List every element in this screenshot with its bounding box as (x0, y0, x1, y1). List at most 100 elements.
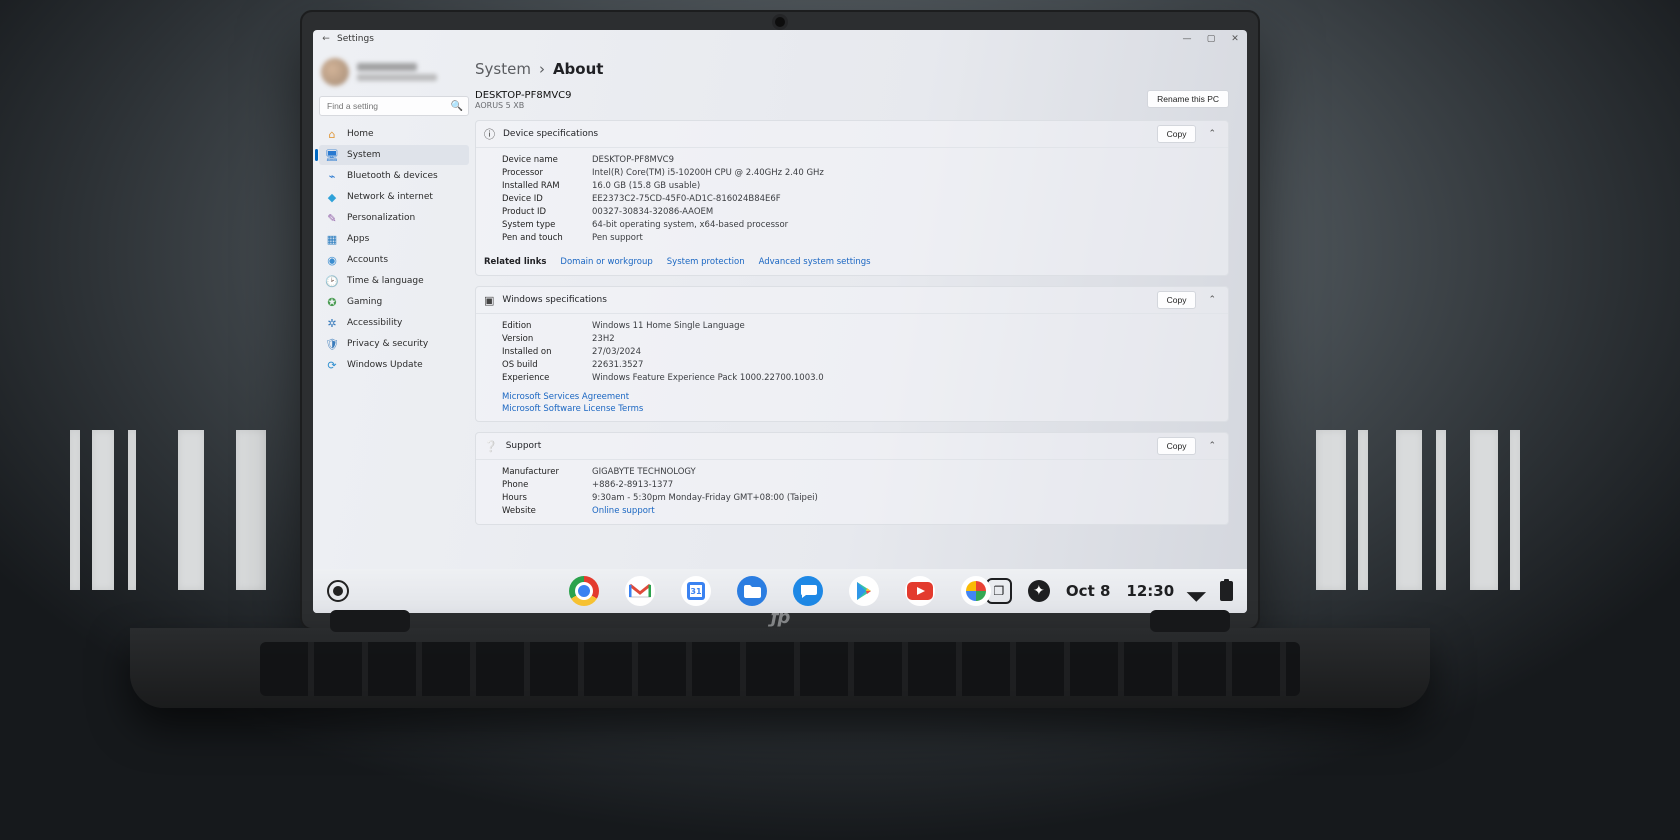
sidebar-item-privacy[interactable]: 🛡Privacy & security (319, 334, 469, 354)
sidebar-item-update[interactable]: ⟳Windows Update (319, 355, 469, 375)
link-msa[interactable]: Microsoft Services Agreement (502, 392, 629, 402)
system-icon: 🖥 (325, 149, 339, 162)
spec-row: EditionWindows 11 Home Single Language (502, 320, 1228, 333)
sidebar-item-label: Time & language (347, 276, 424, 286)
spec-row: Phone+886-2-8913-1377 (502, 479, 1228, 492)
chevron-up-icon[interactable]: ⌃ (1204, 441, 1220, 451)
minimize-button[interactable]: — (1181, 34, 1193, 44)
calendar-icon[interactable]: 31 (681, 576, 711, 606)
spec-value: Windows 11 Home Single Language (592, 320, 745, 333)
spec-row: ProcessorIntel(R) Core(TM) i5-10200H CPU… (502, 167, 1228, 180)
close-button[interactable]: ✕ (1229, 34, 1241, 44)
svg-text:31: 31 (690, 587, 702, 596)
gmail-icon[interactable] (625, 576, 655, 606)
search-input[interactable]: 🔍 (319, 96, 469, 116)
account-labels (357, 63, 437, 81)
spec-value: Pen support (592, 232, 643, 245)
rename-pc-button[interactable]: Rename this PC (1147, 90, 1229, 108)
youtube-icon[interactable] (905, 576, 935, 606)
account-header[interactable] (321, 58, 467, 86)
link-system-protection[interactable]: System protection (667, 257, 745, 267)
back-button[interactable]: ← (319, 34, 333, 44)
screen-bezel: ƒp ← Settings — ▢ ✕ (300, 10, 1260, 630)
spec-rows: EditionWindows 11 Home Single LanguageVe… (476, 313, 1228, 391)
spec-key: Manufacturer (502, 466, 592, 479)
spec-row: Device IDEE2373C2-75CD-45F0-AD1C-816024B… (502, 193, 1228, 206)
shield-icon: 🛡 (325, 338, 339, 351)
app-title: Settings (337, 34, 374, 44)
chevron-up-icon[interactable]: ⌃ (1204, 129, 1220, 139)
photos-icon[interactable] (961, 576, 991, 606)
clock-icon: 🕑 (325, 275, 339, 288)
maximize-button[interactable]: ▢ (1205, 34, 1217, 44)
decoration (70, 430, 80, 590)
sidebar-item-label: Windows Update (347, 360, 423, 370)
card-title: Device specifications (503, 129, 598, 139)
status-tray[interactable]: ❐ ✦ Oct 8 12:30 ◢ (986, 578, 1233, 604)
link-domain[interactable]: Domain or workgroup (560, 257, 652, 267)
sidebar-item-bluetooth[interactable]: ⌁ Bluetooth & devices (319, 166, 469, 186)
home-icon: ⌂ (325, 128, 339, 141)
files-icon[interactable] (737, 576, 767, 606)
shelf-date: Oct 8 (1066, 582, 1110, 600)
sidebar-item-label: System (347, 150, 381, 160)
link-online-support[interactable]: Online support (592, 505, 655, 518)
spec-value: 27/03/2024 (592, 346, 641, 359)
sidebar-item-accessibility[interactable]: ✲Accessibility (319, 313, 469, 333)
shelf-apps: 31 (569, 576, 991, 606)
sidebar-item-apps[interactable]: ▦Apps (319, 229, 469, 249)
copy-button[interactable]: Copy (1157, 437, 1197, 455)
launcher-button[interactable] (327, 580, 349, 602)
link-advanced-settings[interactable]: Advanced system settings (759, 257, 871, 267)
spec-row: Installed on27/03/2024 (502, 346, 1228, 359)
chevron-right-icon: › (539, 60, 545, 78)
breadcrumb-parent[interactable]: System (475, 60, 531, 78)
titlebar: ← Settings — ▢ ✕ (313, 30, 1247, 48)
messages-icon[interactable] (793, 576, 823, 606)
settings-window: ← Settings — ▢ ✕ (313, 30, 1247, 569)
card-device-specs: ⓘ Device specifications Copy ⌃ Device na… (475, 120, 1229, 276)
wifi-icon: ◆ (325, 191, 339, 204)
sidebar-item-time[interactable]: 🕑 Time & language (319, 271, 469, 291)
sidebar-item-network[interactable]: ◆Network & internet (319, 187, 469, 207)
sidebar-item-label: Apps (347, 234, 369, 244)
bluetooth-icon: ⌁ (325, 170, 339, 183)
spec-value: Windows Feature Experience Pack 1000.227… (592, 372, 824, 385)
info-icon: ⓘ (484, 126, 495, 142)
sidebar-item-gaming[interactable]: ✪ Gaming (319, 292, 469, 312)
spec-value: DESKTOP-PF8MVC9 (592, 154, 674, 167)
quick-settings-icon[interactable]: ✦ (1028, 580, 1050, 602)
hinge-icon (1150, 610, 1230, 632)
spec-rows: ManufacturerGIGABYTE TECHNOLOGYPhone+886… (476, 459, 1228, 524)
copy-button[interactable]: Copy (1157, 291, 1197, 309)
link-license[interactable]: Microsoft Software License Terms (502, 404, 643, 414)
sidebar-item-home[interactable]: ⌂Home (319, 124, 469, 144)
decoration (1358, 430, 1368, 590)
spec-row: OS build22631.3527 (502, 359, 1228, 372)
sidebar-item-label: Gaming (347, 297, 382, 307)
gaming-icon: ✪ (325, 296, 339, 309)
spec-row: WebsiteOnline support (502, 505, 1228, 518)
sidebar-item-label: Accounts (347, 255, 388, 265)
display: ← Settings — ▢ ✕ (313, 30, 1247, 613)
chevron-up-icon[interactable]: ⌃ (1204, 295, 1220, 305)
spec-value: 9:30am - 5:30pm Monday-Friday GMT+08:00 … (592, 492, 818, 505)
breadcrumb: System › About (475, 60, 1229, 78)
spec-key: Installed RAM (502, 180, 592, 193)
play-store-icon[interactable] (849, 576, 879, 606)
sidebar-item-personalization[interactable]: ✎Personalization (319, 208, 469, 228)
sidebar-item-system[interactable]: 🖥 System (319, 145, 469, 165)
spec-key: Phone (502, 479, 592, 492)
card-title: Support (506, 441, 542, 451)
spec-rows: Device nameDESKTOP-PF8MVC9ProcessorIntel… (476, 147, 1228, 251)
spec-row: Device nameDESKTOP-PF8MVC9 (502, 154, 1228, 167)
spec-key: Product ID (502, 206, 592, 219)
spec-key: OS build (502, 359, 592, 372)
copy-button[interactable]: Copy (1157, 125, 1197, 143)
spec-row: ExperienceWindows Feature Experience Pac… (502, 372, 1228, 385)
search-field[interactable] (325, 100, 451, 112)
chrome-icon[interactable] (569, 576, 599, 606)
sidebar-item-label: Bluetooth & devices (347, 171, 438, 181)
search-icon: 🔍 (451, 101, 463, 112)
sidebar-item-accounts[interactable]: ◉Accounts (319, 250, 469, 270)
